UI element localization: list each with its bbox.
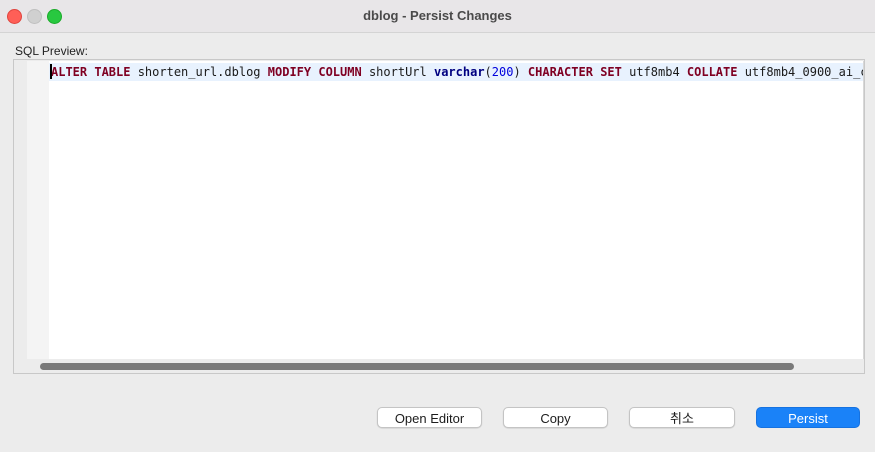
sql-preview-panel: ALTER TABLE shorten_url.dblog MODIFY COL…	[13, 59, 865, 374]
sql-token: COLUMN	[318, 65, 362, 79]
persist-changes-dialog: dblog - Persist Changes SQL Preview: ALT…	[0, 0, 875, 452]
sql-token: varchar	[433, 65, 485, 79]
title-bar: dblog - Persist Changes	[0, 0, 875, 33]
sql-token: shorten_url.dblog	[130, 65, 268, 79]
sql-code-line[interactable]: ALTER TABLE shorten_url.dblog MODIFY COL…	[49, 63, 864, 81]
sql-editor[interactable]: ALTER TABLE shorten_url.dblog MODIFY COL…	[49, 61, 864, 359]
sql-token: MODIFY	[267, 65, 312, 79]
cancel-button[interactable]: 취소	[629, 407, 735, 428]
line-gutter	[27, 61, 50, 359]
sql-token: (	[484, 65, 492, 79]
sql-token: SET	[600, 65, 622, 79]
sql-token: utf8mb4	[621, 65, 687, 79]
horizontal-scrollbar-thumb[interactable]	[40, 363, 794, 370]
sql-token: TABLE	[94, 65, 131, 79]
sql-preview-label: SQL Preview:	[15, 44, 88, 58]
sql-token: shortUrl	[361, 65, 434, 79]
sql-token: ALTER	[51, 65, 88, 79]
text-caret	[50, 64, 52, 79]
sql-token: COLLATE	[686, 65, 738, 79]
sql-token: )	[513, 65, 528, 79]
window-title: dblog - Persist Changes	[363, 8, 512, 23]
sql-token: utf8mb4_0900_ai_ci	[737, 65, 864, 79]
sql-token: CHARACTER	[527, 65, 593, 79]
copy-button[interactable]: Copy	[503, 407, 608, 428]
horizontal-scrollbar[interactable]	[36, 360, 864, 372]
open-editor-button[interactable]: Open Editor	[377, 407, 482, 428]
sql-token: 200	[491, 65, 514, 79]
persist-button[interactable]: Persist	[756, 407, 860, 428]
